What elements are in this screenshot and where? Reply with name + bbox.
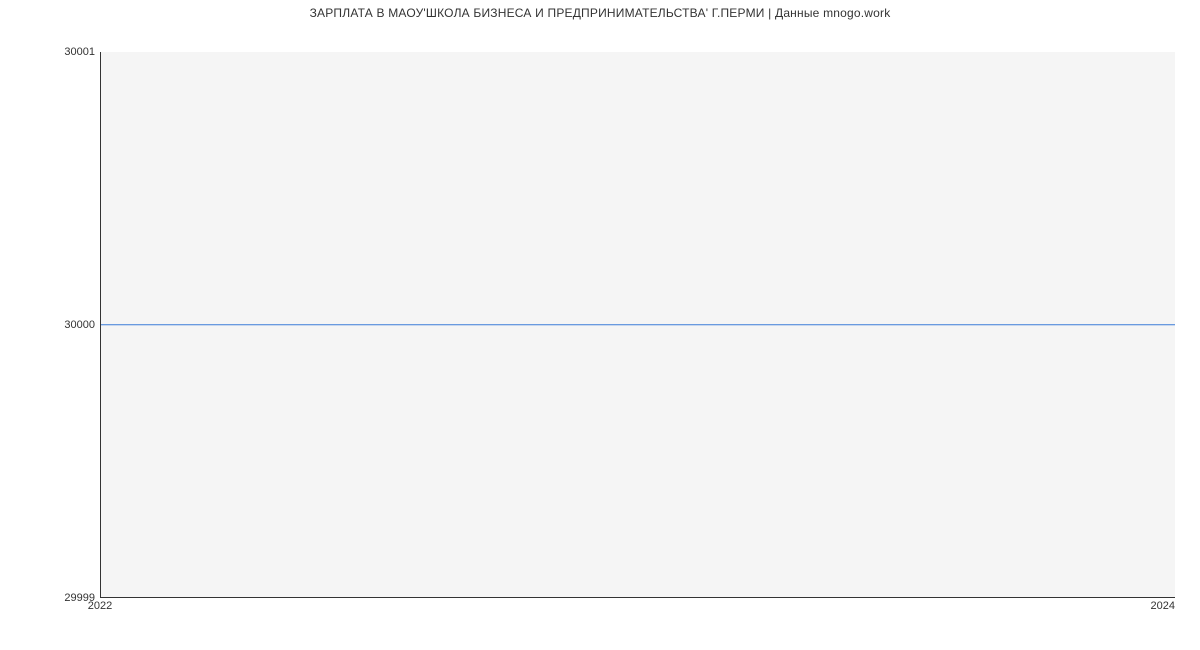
chart-title: ЗАРПЛАТА В МАОУ'ШКОЛА БИЗНЕСА И ПРЕДПРИН… [0, 6, 1200, 20]
x-axis-tick-2024: 2024 [1151, 600, 1175, 612]
plot-area [100, 52, 1175, 598]
x-axis-tick-2022: 2022 [88, 600, 112, 612]
data-line [101, 324, 1175, 326]
chart-container: ЗАРПЛАТА В МАОУ'ШКОЛА БИЗНЕСА И ПРЕДПРИН… [0, 0, 1200, 650]
y-axis-tick-30001: 30001 [64, 46, 95, 58]
y-axis-tick-30000: 30000 [64, 319, 95, 331]
